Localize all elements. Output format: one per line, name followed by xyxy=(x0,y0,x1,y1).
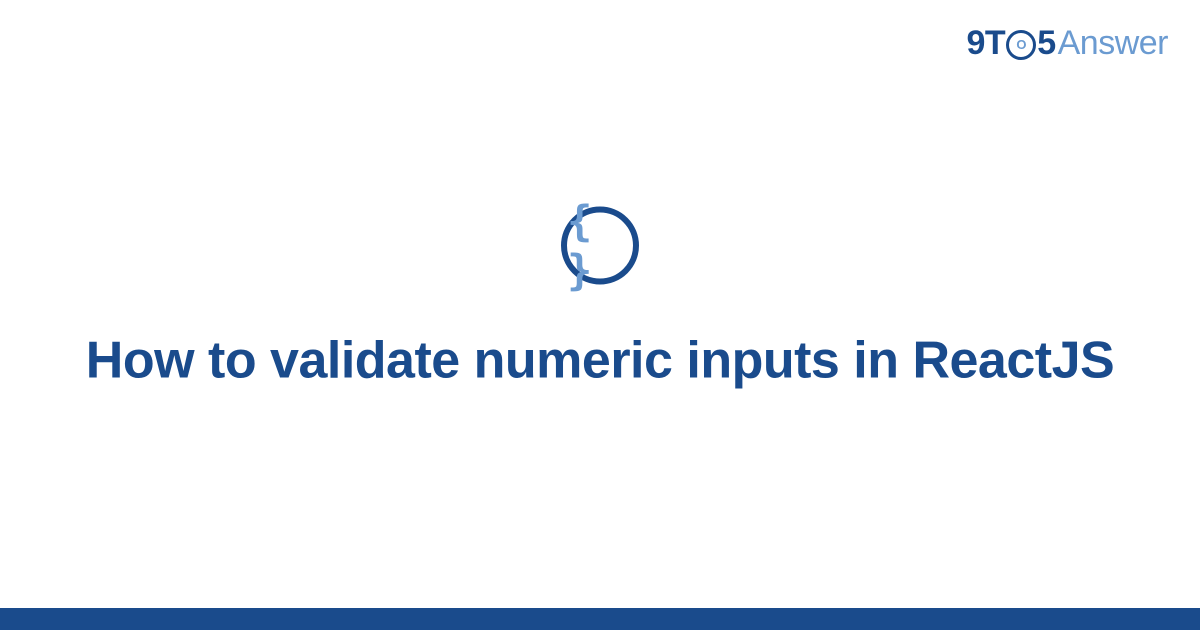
page-title: How to validate numeric inputs in ReactJ… xyxy=(86,329,1114,394)
braces-glyph: { } xyxy=(567,197,633,295)
footer-accent-bar xyxy=(0,608,1200,630)
brand-t: T xyxy=(985,24,1005,63)
brand-answer: Answer xyxy=(1058,24,1168,63)
brand-clock-inner: O xyxy=(1016,37,1026,52)
main-content: { } How to validate numeric inputs in Re… xyxy=(0,207,1200,394)
brand-logo: 9 T O 5 Answer xyxy=(967,24,1169,63)
brand-clock-icon: O xyxy=(1006,30,1036,60)
code-braces-icon: { } xyxy=(561,207,639,285)
brand-nine: 9 xyxy=(967,24,985,63)
brand-five: 5 xyxy=(1037,24,1055,63)
